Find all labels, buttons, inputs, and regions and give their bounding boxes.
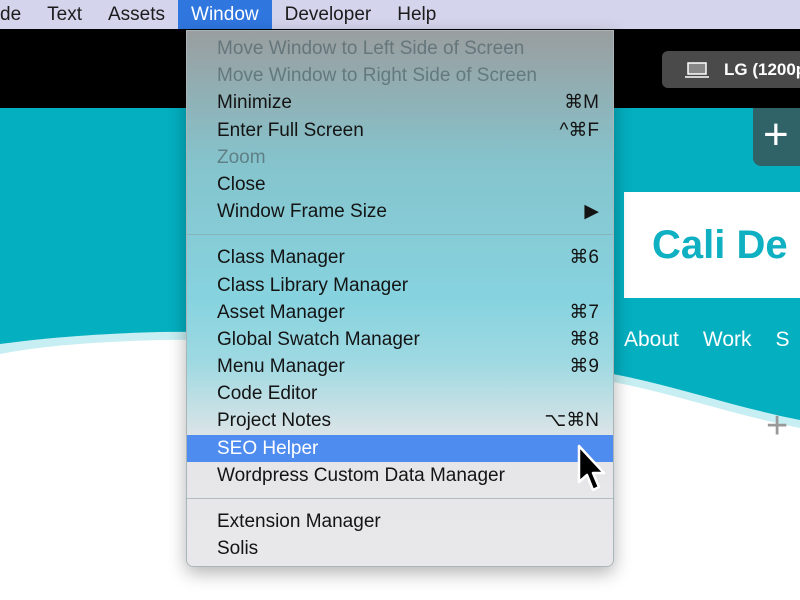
- site-logo: Cali De: [624, 192, 800, 298]
- site-nav: About Work S: [624, 328, 790, 352]
- menu-item-label: Global Swatch Manager: [217, 328, 420, 350]
- menu-window[interactable]: Window: [178, 0, 272, 29]
- menu-item-label: Zoom: [217, 146, 266, 168]
- menu-item-shortcut: ▶: [584, 201, 599, 223]
- nav-s[interactable]: S: [776, 328, 790, 352]
- menu-item[interactable]: Class Library Manager: [187, 272, 613, 299]
- menu-item[interactable]: SEO Helper: [187, 434, 613, 462]
- menu-item-shortcut: ⌘9: [569, 356, 599, 378]
- menu-item-shortcut: ^⌘F: [559, 119, 599, 141]
- menu-item[interactable]: Solis: [187, 535, 613, 562]
- menu-item[interactable]: Minimize ⌘M: [187, 89, 613, 116]
- menu-item[interactable]: Close: [187, 171, 613, 198]
- menu-item[interactable]: Move Window to Left Side of Screen: [187, 35, 613, 62]
- laptop-icon: [685, 61, 709, 78]
- menu-item-label: Asset Manager: [217, 301, 345, 323]
- menu-item-label: Close: [217, 173, 266, 195]
- menu-item[interactable]: Extension Manager: [187, 508, 613, 535]
- menu-item-label: Window Frame Size: [217, 201, 387, 223]
- menu-item-shortcut: ⌘8: [569, 328, 599, 350]
- menu-developer[interactable]: Developer: [272, 0, 385, 29]
- menu-item[interactable]: Project Notes ⌥⌘N: [187, 407, 613, 434]
- nav-about[interactable]: About: [624, 328, 679, 352]
- menu-item[interactable]: Move Window to Right Side of Screen: [187, 62, 613, 89]
- menu-help[interactable]: Help: [384, 0, 449, 29]
- menu-item-label: Menu Manager: [217, 356, 345, 378]
- menu-item[interactable]: Window Frame Size ▶: [187, 198, 613, 225]
- menu-bar: de Text Assets Window Developer Help: [0, 0, 800, 29]
- menu-item[interactable]: Global Swatch Manager ⌘8: [187, 326, 613, 353]
- menu-separator: [187, 234, 613, 236]
- menu-item[interactable]: Asset Manager ⌘7: [187, 299, 613, 326]
- menu-item[interactable]: Menu Manager ⌘9: [187, 353, 613, 380]
- menu-edit[interactable]: de: [0, 0, 34, 29]
- menu-assets[interactable]: Assets: [95, 0, 178, 29]
- menu-item-label: Class Library Manager: [217, 274, 409, 296]
- menu-item-label: Wordpress Custom Data Manager: [217, 464, 505, 486]
- menu-item-label: Minimize: [217, 92, 292, 114]
- window-menu-dropdown: Move Window to Left Side of Screen Move W…: [186, 30, 614, 567]
- menu-item-label: Enter Full Screen: [217, 119, 364, 141]
- menu-item[interactable]: Code Editor: [187, 380, 613, 407]
- menu-item-shortcut: ⌥⌘N: [544, 410, 599, 432]
- menu-text[interactable]: Text: [34, 0, 95, 29]
- device-label: LG (1200p: [724, 59, 800, 79]
- menu-item-label: Extension Manager: [217, 511, 381, 532]
- menu-item-label: Code Editor: [217, 383, 318, 405]
- menu-item[interactable]: Class Manager ⌘6: [187, 244, 613, 271]
- menu-item-label: Class Manager: [217, 247, 345, 269]
- menu-item-shortcut: ⌘7: [569, 301, 599, 323]
- menu-item-label: Project Notes: [217, 410, 332, 432]
- menu-item-label: Solis: [217, 538, 259, 560]
- mouse-cursor-icon: [577, 444, 606, 492]
- menu-item[interactable]: Wordpress Custom Data Manager: [187, 462, 613, 489]
- menu-item-label: SEO Helper: [217, 437, 319, 459]
- menu-item[interactable]: Zoom: [187, 144, 613, 171]
- menu-item[interactable]: Enter Full Screen ^⌘F: [187, 117, 613, 144]
- add-button[interactable]: +: [753, 108, 800, 166]
- menu-separator: [187, 498, 613, 499]
- menu-item-shortcut: ⌘6: [569, 247, 599, 269]
- nav-work[interactable]: Work: [703, 328, 752, 352]
- menu-item-label: Move Window to Left Side of Screen: [217, 38, 525, 59]
- device-selector[interactable]: LG (1200p: [662, 51, 800, 88]
- menu-item-label: Move Window to Right Side of Screen: [217, 65, 537, 87]
- menu-item-shortcut: ⌘M: [564, 92, 599, 114]
- add-section-icon[interactable]: +: [766, 405, 788, 448]
